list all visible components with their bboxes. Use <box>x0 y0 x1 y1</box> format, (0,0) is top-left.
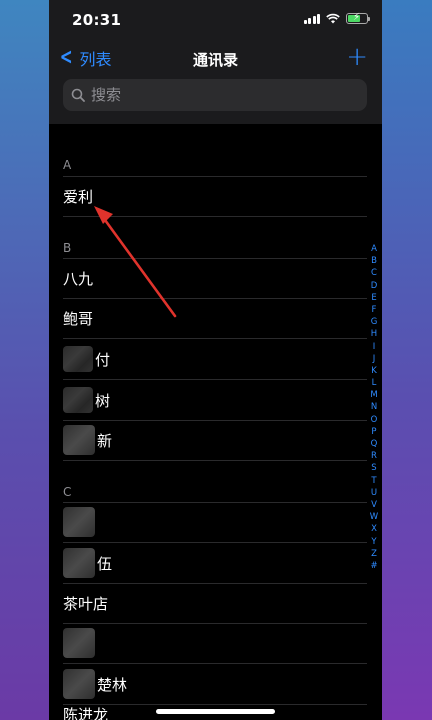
index-letter[interactable]: H <box>371 328 377 340</box>
index-letter[interactable]: B <box>371 255 377 267</box>
index-letter[interactable]: E <box>371 292 376 304</box>
index-letter[interactable]: N <box>371 401 377 413</box>
contact-row[interactable]: 八九 <box>63 258 367 298</box>
index-letter[interactable]: L <box>372 377 377 389</box>
index-letter[interactable]: X <box>371 523 377 535</box>
index-letter[interactable]: M <box>370 389 377 401</box>
contact-row[interactable]: 树 <box>63 380 367 420</box>
home-indicator[interactable] <box>156 709 275 714</box>
phone-screen: 20:31 ⚡ < 列表 通讯录 + 搜索 A 爱利 B 八九 鲍哥 付 树 新… <box>49 0 382 720</box>
contact-name: 爱利 <box>63 187 94 206</box>
redacted-avatar <box>63 346 93 372</box>
index-letter[interactable]: K <box>371 365 377 377</box>
contact-name: 八九 <box>63 269 94 288</box>
redacted-avatar <box>63 628 95 658</box>
contact-name: 付 <box>95 350 111 369</box>
contact-row[interactable]: 伍 <box>63 543 367 583</box>
contact-name: 陈进龙 <box>63 706 109 720</box>
index-letter[interactable]: Y <box>371 536 376 548</box>
redacted-avatar <box>63 387 93 413</box>
contact-name: 伍 <box>97 554 113 573</box>
redacted-avatar <box>63 548 95 578</box>
contact-row[interactable]: 爱利 <box>63 176 367 216</box>
index-letter[interactable]: Q <box>371 438 378 450</box>
search-icon <box>71 88 85 102</box>
divider <box>63 460 367 461</box>
redacted-avatar <box>63 669 95 699</box>
search-input[interactable] <box>91 86 351 104</box>
status-icons: ⚡ <box>303 12 370 24</box>
battery-icon: ⚡ <box>346 12 370 24</box>
index-letter[interactable]: W <box>370 511 378 523</box>
background-left <box>0 0 49 720</box>
index-letter[interactable]: S <box>371 462 376 474</box>
signal-icon <box>303 13 320 24</box>
status-time: 20:31 <box>72 11 122 29</box>
index-letter[interactable]: O <box>371 414 378 426</box>
navbar: < 列表 通讯录 + <box>49 44 382 74</box>
search-bar[interactable] <box>63 79 367 111</box>
redacted-avatar <box>63 425 95 455</box>
wifi-icon <box>326 13 340 24</box>
section-header-c: C <box>63 485 72 499</box>
index-letter[interactable]: G <box>371 316 378 328</box>
index-letter[interactable]: # <box>370 560 377 572</box>
contact-name: 茶叶店 <box>63 594 109 613</box>
contact-name: 新 <box>97 431 113 450</box>
index-letter[interactable]: Z <box>371 548 377 560</box>
index-letter[interactable]: U <box>371 487 377 499</box>
index-letter[interactable]: A <box>371 243 377 255</box>
section-index-bar[interactable]: A B C D E F G H I J K L M N O P Q R S T U V W X Y Z # <box>367 243 381 572</box>
index-letter[interactable]: I <box>373 341 376 353</box>
contact-name: 楚林 <box>97 675 128 694</box>
section-header-a: A <box>63 158 72 172</box>
index-letter[interactable]: F <box>372 304 377 316</box>
contact-row[interactable]: 鲍哥 <box>63 298 367 338</box>
index-letter[interactable]: V <box>371 499 377 511</box>
index-letter[interactable]: J <box>373 353 376 365</box>
contact-name: 鲍哥 <box>63 309 94 328</box>
index-letter[interactable]: C <box>371 267 377 279</box>
contact-row[interactable]: 付 <box>63 339 367 379</box>
contact-row[interactable]: 楚林 <box>63 664 367 704</box>
add-contact-button[interactable]: + <box>346 44 368 70</box>
contact-row[interactable] <box>63 623 367 663</box>
index-letter[interactable]: R <box>371 450 377 462</box>
redacted-avatar <box>63 507 95 537</box>
contact-row[interactable]: 茶叶店 <box>63 583 367 623</box>
contact-row[interactable] <box>63 502 367 542</box>
background-right <box>382 0 432 720</box>
page-title: 通讯录 <box>192 51 238 69</box>
status-bar: 20:31 ⚡ <box>49 0 382 40</box>
index-letter[interactable]: D <box>371 280 378 292</box>
contact-row[interactable]: 新 <box>63 420 367 460</box>
header: 20:31 ⚡ < 列表 通讯录 + <box>49 0 382 124</box>
divider <box>63 216 367 217</box>
index-letter[interactable]: P <box>371 426 376 438</box>
section-header-b: B <box>63 241 72 255</box>
index-letter[interactable]: T <box>371 475 376 487</box>
contact-name: 树 <box>95 391 111 410</box>
